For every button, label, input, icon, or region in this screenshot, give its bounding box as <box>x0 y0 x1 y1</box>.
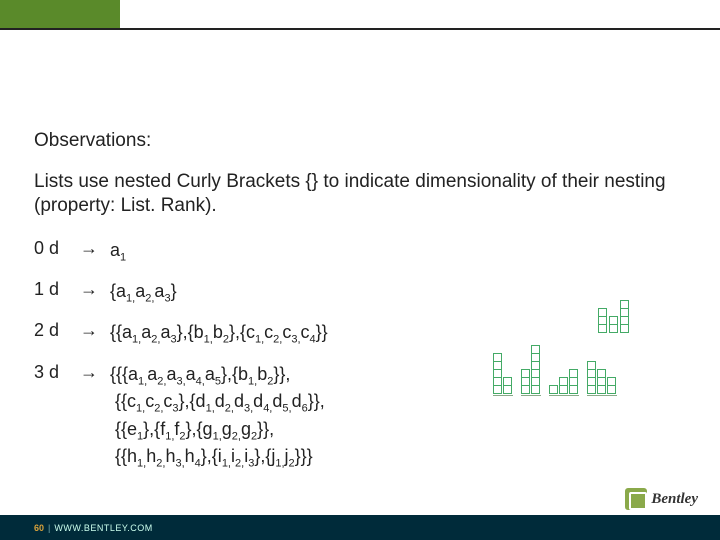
footer-bar: 60 | WWW.BENTLEY.COM <box>0 515 720 540</box>
expression-2d: {{a1,a2,a3},{b1,b2},{c1,c2,c3,c4}} <box>110 320 328 347</box>
footer-separator: | <box>48 523 50 533</box>
row-0d: 0 d → a1 <box>34 238 686 265</box>
expression-3d: {{{a1,a2,a3,a4,a5},{b1,b2}}, {{c1,c2,c3}… <box>110 362 325 472</box>
expression-1d: {a1,a2,a3} <box>110 279 177 306</box>
slide: Observations: Lists use nested Curly Bra… <box>0 0 720 540</box>
header-bar <box>0 0 720 30</box>
dim-label: 0 d <box>34 238 80 259</box>
arrow-icon: → <box>80 362 110 383</box>
diagram-3d <box>493 346 678 392</box>
header-spacer <box>120 0 720 28</box>
header-accent-block <box>0 0 120 28</box>
diagram-2d <box>598 301 678 331</box>
row-2d: 2 d → {{a1,a2,a3},{b1,b2},{c1,c2,c3,c4}} <box>34 320 686 347</box>
observations-description: Lists use nested Curly Brackets {} to in… <box>34 170 686 218</box>
arrow-icon: → <box>80 238 110 259</box>
arrow-icon: → <box>80 320 110 341</box>
dim-label: 2 d <box>34 320 80 341</box>
expression-0d: a1 <box>110 238 126 265</box>
dim-label: 3 d <box>34 362 80 383</box>
arrow-icon: → <box>80 279 110 300</box>
dim-label: 1 d <box>34 279 80 300</box>
logo-mark-icon <box>625 488 647 510</box>
content-area: Observations: Lists use nested Curly Bra… <box>0 30 720 472</box>
row-1d: 1 d → {a1,a2,a3} <box>34 279 686 306</box>
logo-text: Bentley <box>651 491 698 508</box>
page-number: 60 <box>34 523 44 533</box>
observations-title: Observations: <box>34 130 686 152</box>
bentley-logo: Bentley <box>625 488 698 510</box>
footer-url: WWW.BENTLEY.COM <box>54 523 152 533</box>
